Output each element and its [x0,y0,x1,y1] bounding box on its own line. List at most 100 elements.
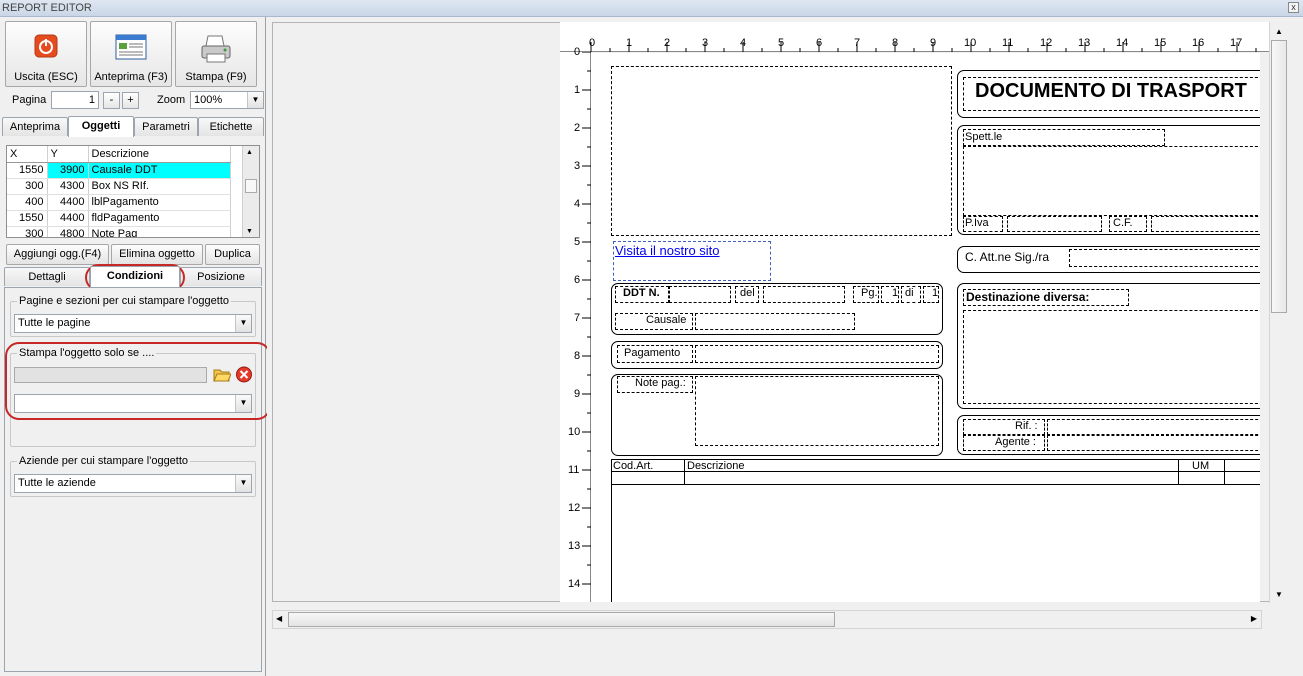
scroll-up-icon[interactable]: ▲ [246,149,253,156]
delete-object-button[interactable]: Elimina oggetto [111,244,203,265]
cf-field[interactable] [1151,216,1260,232]
ruler-top-label: 17 [1230,37,1243,49]
tab-condizioni[interactable]: Condizioni [90,266,180,287]
pg-tot[interactable]: 1 [932,287,938,299]
rif-field[interactable] [1047,419,1260,435]
cell-x: 300 [7,178,48,195]
page-prev-button[interactable]: - [103,92,120,109]
col-description-header[interactable]: Descrizione [687,460,744,472]
objects-grid[interactable]: X Y Descrizione 1550 3900 Causale DDT 30… [6,145,260,238]
grid-scroll-thumb[interactable] [245,179,257,193]
rif-label[interactable]: Rif. : [1015,420,1038,432]
preview-window-icon [115,34,147,60]
window-close-button[interactable]: x [1288,2,1299,13]
ruler-top-label: 9 [930,37,937,49]
ddt-number-field[interactable] [669,286,731,303]
di-label[interactable]: di [905,287,914,299]
cell-y: 4400 [47,210,89,227]
report-page: DOCUMENTO DI TRASPORT Spett.le P.Iva C.F… [591,53,1260,602]
detail-col-divider [684,459,685,485]
ruler-top-label: 12 [1040,37,1053,49]
causale-field[interactable] [695,313,855,330]
table-row[interactable]: 300 4300 Box NS RIf. [7,178,231,195]
zoom-select[interactable]: 100% ▼ [190,91,264,109]
causale-label[interactable]: Causale [646,314,686,326]
page-input[interactable]: 1 [51,91,99,109]
cf-label[interactable]: C.F. [1113,217,1133,229]
payment-field[interactable] [695,345,939,363]
preview-label: Anteprima (F3) [94,71,168,83]
customer-address-box[interactable] [963,146,1260,216]
table-row[interactable]: 400 4400 lblPagamento [7,194,231,211]
detail-body[interactable] [611,485,1260,602]
print-button[interactable]: Stampa (F9) [175,21,257,87]
vertical-scrollbar[interactable]: ▲ ▼ [1269,22,1288,603]
pages-select[interactable]: Tutte le pagine ▼ [14,314,252,333]
notes-label[interactable]: Note pag.: [635,377,686,389]
ruler-top-label: 13 [1078,37,1091,49]
tab-dettagli[interactable]: Dettagli [4,267,90,286]
attention-field[interactable] [1069,249,1260,267]
chevron-down-icon: ▼ [235,475,251,492]
attention-label[interactable]: C. Att.ne Sig./ra [965,250,1049,264]
table-row[interactable]: 1550 4400 fldPagamento [7,210,231,227]
col-code-header[interactable]: Cod.Art. [613,460,653,472]
duplicate-button[interactable]: Duplica [205,244,260,265]
tab-etichette[interactable]: Etichette [198,117,264,136]
cell-x: 400 [7,194,48,211]
cell-y: 4400 [47,194,89,211]
piva-field[interactable] [1007,216,1102,232]
scroll-left-icon[interactable]: ◀ [276,614,282,623]
ruler-left-label: 13 [568,540,581,552]
vertical-scroll-thumb[interactable] [1271,40,1287,313]
agent-field[interactable] [1047,435,1260,451]
ruler-top-label: 10 [964,37,977,49]
agent-label[interactable]: Agente : [995,436,1036,448]
ruler-left-label: 1 [574,84,581,96]
ruler-left-label: 2 [574,122,581,134]
tab-posizione[interactable]: Posizione [180,267,262,286]
col-x-header[interactable]: X [7,146,48,163]
pg-label[interactable]: Pg. [861,287,878,299]
tab-oggetti[interactable]: Oggetti [68,116,134,137]
col-desc-header[interactable]: Descrizione [88,146,231,163]
pages-group-label: Pagine e sezioni per cui stampare l'ogge… [17,295,232,307]
ruler-top-label: 14 [1116,37,1129,49]
table-row[interactable]: 1550 3900 Causale DDT [7,162,231,179]
exit-button[interactable]: Uscita (ESC) [5,21,87,87]
scroll-down-icon[interactable]: ▼ [246,228,253,235]
add-object-button[interactable]: Aggiungi ogg.(F4) [6,244,109,265]
notes-field[interactable] [695,376,939,446]
ddt-date-field[interactable] [763,286,845,303]
companies-select[interactable]: Tutte le aziende ▼ [14,474,252,493]
col-y-header[interactable]: Y [47,146,89,163]
ruler-top-label: 3 [702,37,709,49]
scroll-down-icon[interactable]: ▼ [1275,590,1283,599]
scroll-up-icon[interactable]: ▲ [1275,27,1283,36]
website-link-box[interactable] [613,241,771,281]
ruler-left-label: 6 [574,274,581,286]
piva-label[interactable]: P.Iva [965,217,989,229]
horizontal-scroll-thumb[interactable] [288,612,835,627]
ruler-top-label: 8 [892,37,899,49]
scroll-right-icon[interactable]: ▶ [1251,614,1257,623]
ddt-label[interactable]: DDT N. [623,287,660,299]
logo-box[interactable] [611,66,952,236]
spett-label[interactable]: Spett.le [965,131,1002,143]
col-um-header[interactable]: UM [1192,460,1209,472]
tab-parametri[interactable]: Parametri [134,117,198,136]
payment-label[interactable]: Pagamento [624,347,680,359]
destination-label[interactable]: Destinazione diversa: [966,290,1089,304]
table-row[interactable]: 300 4800 Note Pag [7,226,231,237]
pg-num[interactable]: 1 [892,287,898,299]
horizontal-scrollbar[interactable]: ◀ ▶ [272,610,1262,629]
ruler-top-label: 7 [854,37,861,49]
page-next-button[interactable]: + [122,92,139,109]
tab-anteprima[interactable]: Anteprima [2,117,68,136]
preview-button[interactable]: Anteprima (F3) [90,21,172,87]
report-title[interactable]: DOCUMENTO DI TRASPORT [975,80,1247,103]
grid-scrollbar[interactable]: ▲ ▼ [242,146,259,237]
printer-icon [201,35,231,63]
destination-field[interactable] [963,310,1260,404]
del-label[interactable]: del [740,287,755,299]
